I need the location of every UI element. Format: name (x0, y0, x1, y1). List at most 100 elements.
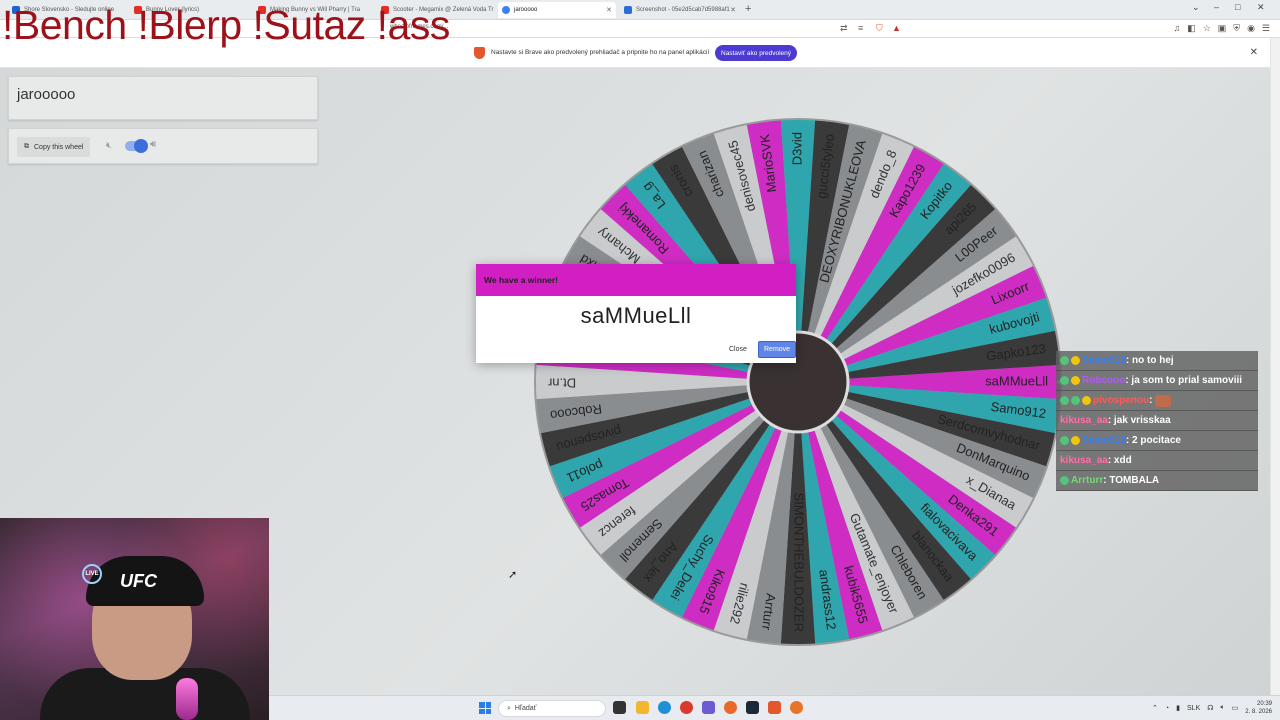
clock-date: 2. 8. 2026 (1245, 709, 1272, 715)
chat-message: Samo912 : no to hej (1056, 351, 1258, 371)
remove-button[interactable]: Remove (758, 341, 797, 358)
infobar-text: Nastavte si Brave ako predvolený prehlia… (491, 49, 710, 56)
windows-start-icon[interactable] (479, 702, 491, 714)
media-icon[interactable]: ♫ (1173, 23, 1180, 34)
firefox-icon[interactable] (724, 701, 737, 714)
winner-name: saMMueLll (580, 303, 692, 328)
infobar-close-icon[interactable]: ✕ (1250, 47, 1258, 58)
emote-icon (1155, 394, 1172, 407)
bookmarks-icon[interactable]: ☆ (1203, 23, 1211, 34)
tab-close-icon[interactable]: ✕ (606, 6, 612, 14)
stream-overlay-commands: !Bench !Blerp !Sutaz !ass (2, 2, 450, 48)
chat-username: Samo912 (1082, 355, 1126, 366)
copy-wheel-label: Copy this wheel (34, 143, 84, 151)
copy-icon: ⧉ (24, 143, 29, 150)
mouse-cursor-icon: ➚ (508, 569, 518, 581)
chat-text: : (1149, 395, 1153, 406)
file-explorer-icon[interactable] (636, 701, 649, 714)
chat-message: Robcooo : ja som to prial samoviii (1056, 371, 1258, 391)
chat-username: kikusa_aa (1060, 455, 1108, 466)
chat-username: pivospenou (1093, 395, 1150, 406)
maximize-icon[interactable]: □ (1235, 2, 1240, 12)
steam-icon[interactable] (746, 701, 759, 714)
language-indicator[interactable]: SLK (1187, 705, 1200, 712)
set-default-button[interactable]: Nastaviť ako predvolený (715, 45, 798, 61)
profile-icon[interactable]: ◉ (1247, 23, 1255, 34)
window-close-icon[interactable]: ✕ (1257, 2, 1265, 13)
obs-icon[interactable] (680, 701, 693, 714)
chat-text: : 2 pocitace (1125, 435, 1181, 446)
edge-icon[interactable] (658, 701, 671, 714)
brave-rewards-icon[interactable]: ▲ (892, 23, 901, 33)
task-view-icon[interactable] (613, 701, 626, 714)
wheel-segment-label: D3vid (789, 132, 804, 165)
wheel-segment-label: SIMONTHEBULDOZER (792, 493, 807, 632)
clock-time: 20:39 (1256, 701, 1272, 707)
badge-icon (1082, 396, 1091, 405)
translate-icon[interactable]: ⇄ (840, 23, 848, 34)
chat-text: : no to hej (1125, 355, 1174, 366)
wifi-icon[interactable]: ☊ (1207, 704, 1213, 712)
sound-toggle[interactable] (125, 139, 148, 153)
chat-overlay: Samo912 : no to hej Robcooo : ja som to … (1056, 351, 1258, 491)
chat-username: kikusa_aa (1060, 415, 1108, 426)
brave-icon[interactable] (768, 701, 781, 714)
brave-shields-icon[interactable]: ⛉ (876, 23, 883, 34)
close-button[interactable]: Close (724, 343, 752, 356)
wheel-segment-label: saMMueLll (985, 373, 1048, 388)
microphone (176, 678, 198, 720)
minimize-icon[interactable]: – (1214, 2, 1219, 12)
wallet-icon[interactable]: ▣ (1218, 23, 1227, 34)
reader-icon[interactable]: ≡ (858, 23, 863, 33)
clock[interactable]: 20:39 2. 8. 2026 (1245, 700, 1272, 716)
network-icon[interactable]: ◔ (1165, 705, 1169, 712)
live-sign: LIVE (82, 564, 102, 584)
battery-icon[interactable]: ▭ (1232, 704, 1239, 712)
new-tab-icon[interactable]: + (745, 3, 751, 15)
menu-icon[interactable]: ☰ (1262, 23, 1270, 34)
chat-text: : xdd (1107, 455, 1132, 466)
spin-wheel[interactable]: saMMueLllSamo912SerdcomvyhodnarDonMarqui… (533, 117, 1063, 647)
chat-username: Arrturr (1071, 475, 1104, 486)
discord-icon[interactable] (702, 701, 715, 714)
chat-message: Samo912 : 2 pocitace (1056, 431, 1258, 451)
speaker-icon[interactable]: 🔈︎ (1220, 704, 1224, 712)
mute-icon[interactable]: 🔇︎ (106, 140, 112, 151)
sidebar-icon[interactable]: ◧ (1187, 23, 1196, 34)
chat-text: : jak vrisskaa (1107, 415, 1171, 426)
tab-search-icon[interactable]: ⌄ (1192, 2, 1200, 13)
wheel-controls-card: ⧉ Copy this wheel 🔇︎ 🔊︎ (8, 128, 318, 164)
cap-logo: UFC (120, 571, 157, 591)
taskbar-search[interactable]: ⌕ Hľadať (498, 700, 606, 717)
chat-username: Robcooo (1082, 375, 1126, 386)
wheel-name[interactable]: jarooooo (17, 86, 75, 103)
chat-text: : ja som to prial samoviii (1125, 375, 1243, 386)
toolbar-icons: ♫ ◧ ☆ ▣ ⛨ ◉ ☰ (1173, 23, 1270, 34)
tray-chevron-icon[interactable]: ⌃ (1152, 704, 1158, 712)
badge-icon (1071, 376, 1080, 385)
toggle-knob (134, 139, 148, 153)
chat-message: kikusa_aa : xdd (1056, 451, 1258, 471)
wheel-favicon-icon (502, 6, 510, 14)
tab-screenshot[interactable]: Screenshot - 05e2d5cab7d5988af1 ✕ (620, 2, 740, 18)
volume-icon[interactable]: 🔊︎ (150, 139, 156, 150)
app-icon[interactable] (790, 701, 803, 714)
copy-wheel-button[interactable]: ⧉ Copy this wheel (17, 137, 91, 157)
tab-close-icon[interactable]: ✕ (730, 6, 736, 14)
search-icon: ⌕ (507, 704, 511, 712)
vpn-icon[interactable]: ⛨ (1233, 23, 1240, 34)
page-scrollbar[interactable] (1270, 38, 1280, 695)
system-tray: ⌃ ◔ ▮ SLK ☊ 🔈︎ ▭ 20:39 2. 8. 2026 (1152, 700, 1272, 716)
badge-icon (1060, 356, 1069, 365)
tray-app-icon[interactable]: ▮ (1176, 704, 1180, 712)
brave-logo-icon (474, 47, 485, 59)
chat-message: Arrturr : TOMBALA (1056, 471, 1258, 491)
chat-message: kikusa_aa : jak vrisskaa (1056, 411, 1258, 431)
badge-icon (1060, 376, 1069, 385)
chat-text: : TOMBALA (1103, 475, 1160, 486)
badge-icon (1071, 356, 1080, 365)
webcam-feed: UFC LIVE (0, 518, 269, 720)
badge-icon (1060, 396, 1069, 405)
tab-jarooooo[interactable]: jarooooo ✕ (498, 2, 616, 18)
dialog-heading: We have a winner! (476, 264, 796, 296)
